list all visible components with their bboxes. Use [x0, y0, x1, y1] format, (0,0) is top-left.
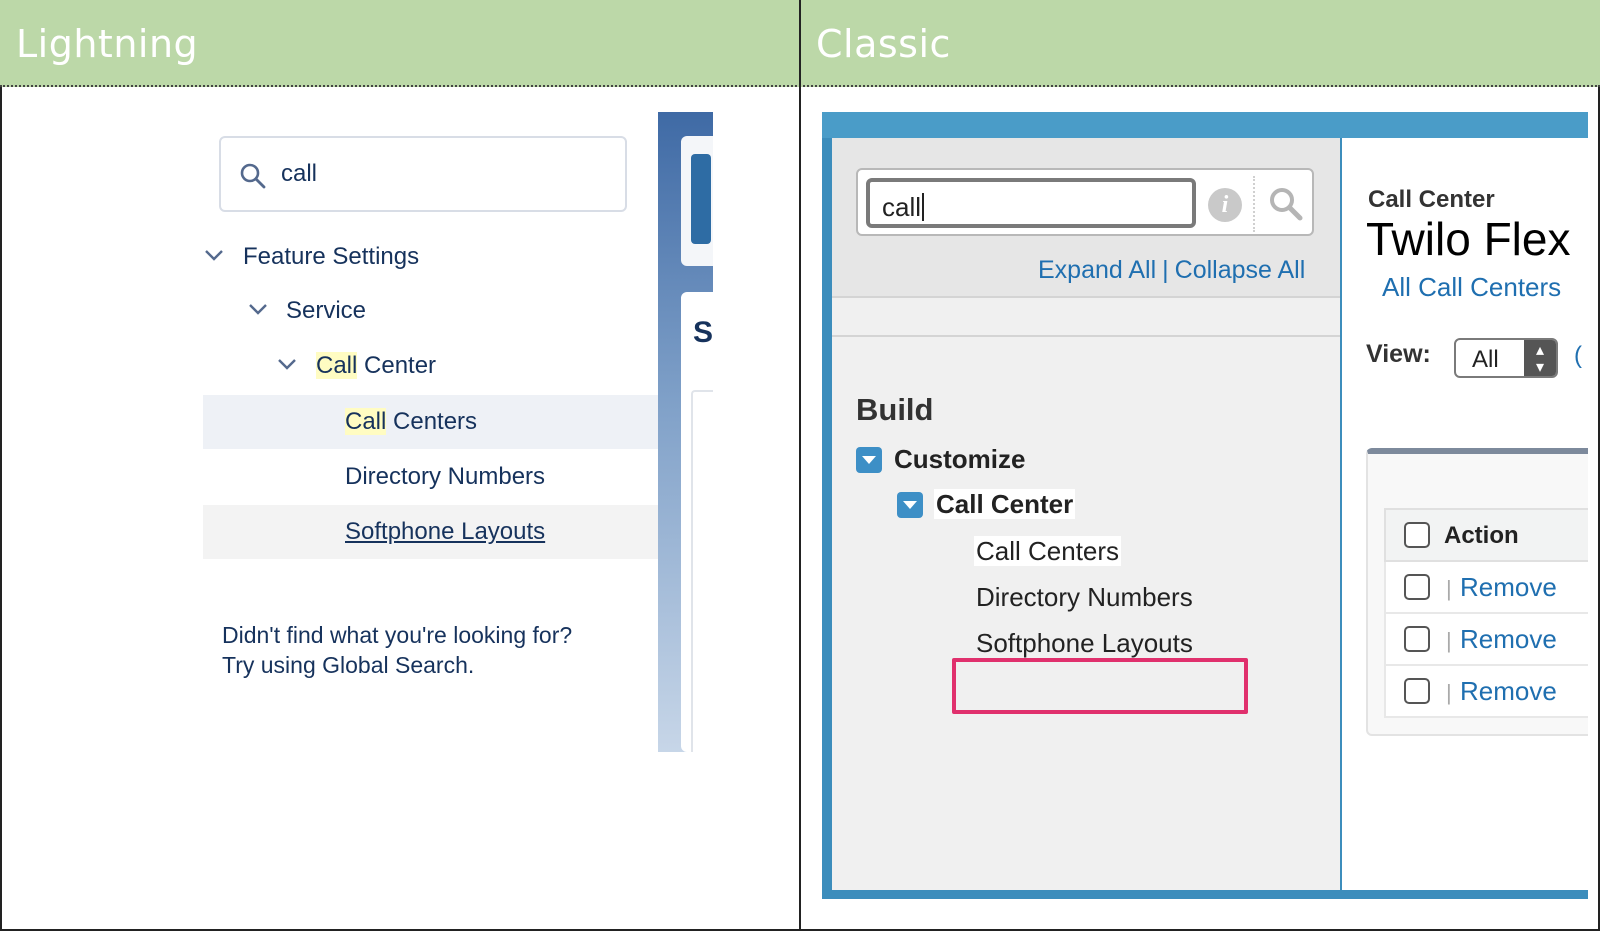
- section-build: Build: [856, 392, 934, 427]
- expand-twisty-icon[interactable]: [897, 492, 923, 518]
- collapse-all-link[interactable]: Collapse All: [1175, 256, 1306, 284]
- tree-item-directory-numbers[interactable]: Directory Numbers: [976, 582, 1193, 613]
- tree-label: Call Center: [316, 352, 436, 380]
- tree-item-call-centers[interactable]: Call Centers: [203, 395, 658, 449]
- view-label: View:: [1366, 340, 1431, 368]
- column-divider: [799, 0, 801, 931]
- match-highlight: Call: [345, 408, 387, 435]
- lightning-setup-panel: call Feature Settings Service Call Cente…: [203, 112, 713, 752]
- quick-find-value: call: [882, 192, 925, 223]
- header-classic: Classic: [816, 22, 951, 66]
- remove-link[interactable]: Remove: [1460, 624, 1557, 655]
- tree-item-service[interactable]: Service: [203, 284, 658, 338]
- setup-icon: [691, 154, 711, 244]
- row-separator: |: [1446, 680, 1452, 705]
- search-icon: [240, 163, 266, 189]
- page-title: Twilo Flex: [1366, 213, 1571, 265]
- tree-item-softphone-layouts[interactable]: Softphone Layouts: [203, 505, 658, 559]
- view-select[interactable]: All ▴ ▾: [1454, 338, 1558, 378]
- hint-line-1: Didn't find what you're looking for?: [222, 622, 573, 648]
- tree-label: Directory Numbers: [345, 463, 546, 490]
- header-card: [681, 136, 713, 266]
- expand-twisty-icon[interactable]: [856, 447, 882, 473]
- chevron-down-icon[interactable]: [247, 298, 269, 320]
- classic-setup-panel: call i Expand All | Collapse All Build Cus…: [822, 112, 1588, 899]
- tree-label: Call Centers: [345, 408, 477, 436]
- label-rest: Center: [357, 352, 437, 379]
- tree-item-call-center[interactable]: Call Center: [934, 489, 1076, 520]
- no-results-hint: Didn't find what you're looking for? Try…: [222, 620, 572, 680]
- tree-item-call-center[interactable]: Call Center: [203, 339, 658, 393]
- tree-item-directory-numbers[interactable]: Directory Numbers: [203, 450, 658, 504]
- remove-link[interactable]: Remove: [1460, 572, 1557, 603]
- row-checkbox[interactable]: [1404, 574, 1430, 600]
- classic-topbar: [822, 112, 1588, 138]
- all-call-centers-link[interactable]: All Call Centers: [1382, 272, 1561, 303]
- quick-find-value: call: [281, 160, 318, 187]
- match-highlight: Call: [316, 352, 358, 379]
- tree-controls: Expand All | Collapse All: [1038, 256, 1305, 285]
- sidebar-divider: [832, 335, 1340, 337]
- tree-label: Service: [286, 297, 367, 324]
- quick-find-input[interactable]: call: [866, 178, 1196, 228]
- content-card: S: [681, 292, 713, 752]
- chevron-down-icon[interactable]: [203, 244, 225, 266]
- cropped-title-glyph: S: [693, 316, 713, 349]
- tree-item-softphone-layouts[interactable]: Softphone Layouts: [976, 628, 1193, 659]
- tree-label: Feature Settings: [243, 243, 420, 270]
- table-header: Action: [1384, 508, 1588, 562]
- tree-label: Softphone Layouts: [345, 518, 546, 545]
- search-icon[interactable]: [1266, 184, 1306, 224]
- table-row: | Remove: [1384, 562, 1588, 614]
- row-checkbox[interactable]: [1404, 678, 1430, 704]
- cropped-link[interactable]: (: [1574, 342, 1582, 370]
- highlight-box: [952, 658, 1248, 714]
- remove-link[interactable]: Remove: [1460, 676, 1557, 707]
- classic-main-content: Call Center Twilo Flex All Call Centers …: [1342, 138, 1588, 890]
- hint-line-2: Try using Global Search.: [222, 652, 475, 678]
- chevron-down-icon[interactable]: [276, 353, 298, 375]
- tree-item-call-centers[interactable]: Call Centers: [974, 536, 1122, 567]
- select-all-checkbox[interactable]: [1404, 522, 1430, 548]
- classic-sidebar: call i Expand All | Collapse All Build Cus…: [832, 138, 1340, 890]
- expand-all-link[interactable]: Expand All: [1038, 256, 1156, 284]
- link-separator: |: [1162, 256, 1169, 284]
- search-separator: [1253, 176, 1255, 232]
- select-arrows-icon: ▴ ▾: [1524, 340, 1556, 376]
- label-rest: Centers: [386, 408, 478, 435]
- related-list-table: Action | Remove | Remove | Remove: [1366, 448, 1588, 736]
- row-separator: |: [1446, 576, 1452, 601]
- tree-item-feature-settings[interactable]: Feature Settings: [203, 230, 658, 284]
- info-icon[interactable]: i: [1208, 188, 1242, 222]
- tree-item-customize[interactable]: Customize: [894, 444, 1025, 475]
- table-row: | Remove: [1384, 614, 1588, 666]
- table-row: | Remove: [1384, 666, 1588, 718]
- view-select-value: All: [1472, 346, 1499, 373]
- header-lightning: Lightning: [16, 22, 199, 66]
- quick-find-box: call i: [856, 168, 1314, 236]
- content-inner: [691, 390, 713, 752]
- column-action: Action: [1444, 522, 1519, 549]
- row-checkbox[interactable]: [1404, 626, 1430, 652]
- page-breadcrumb: Call Center: [1368, 186, 1495, 213]
- quick-find-input[interactable]: call: [219, 136, 627, 212]
- row-separator: |: [1446, 628, 1452, 653]
